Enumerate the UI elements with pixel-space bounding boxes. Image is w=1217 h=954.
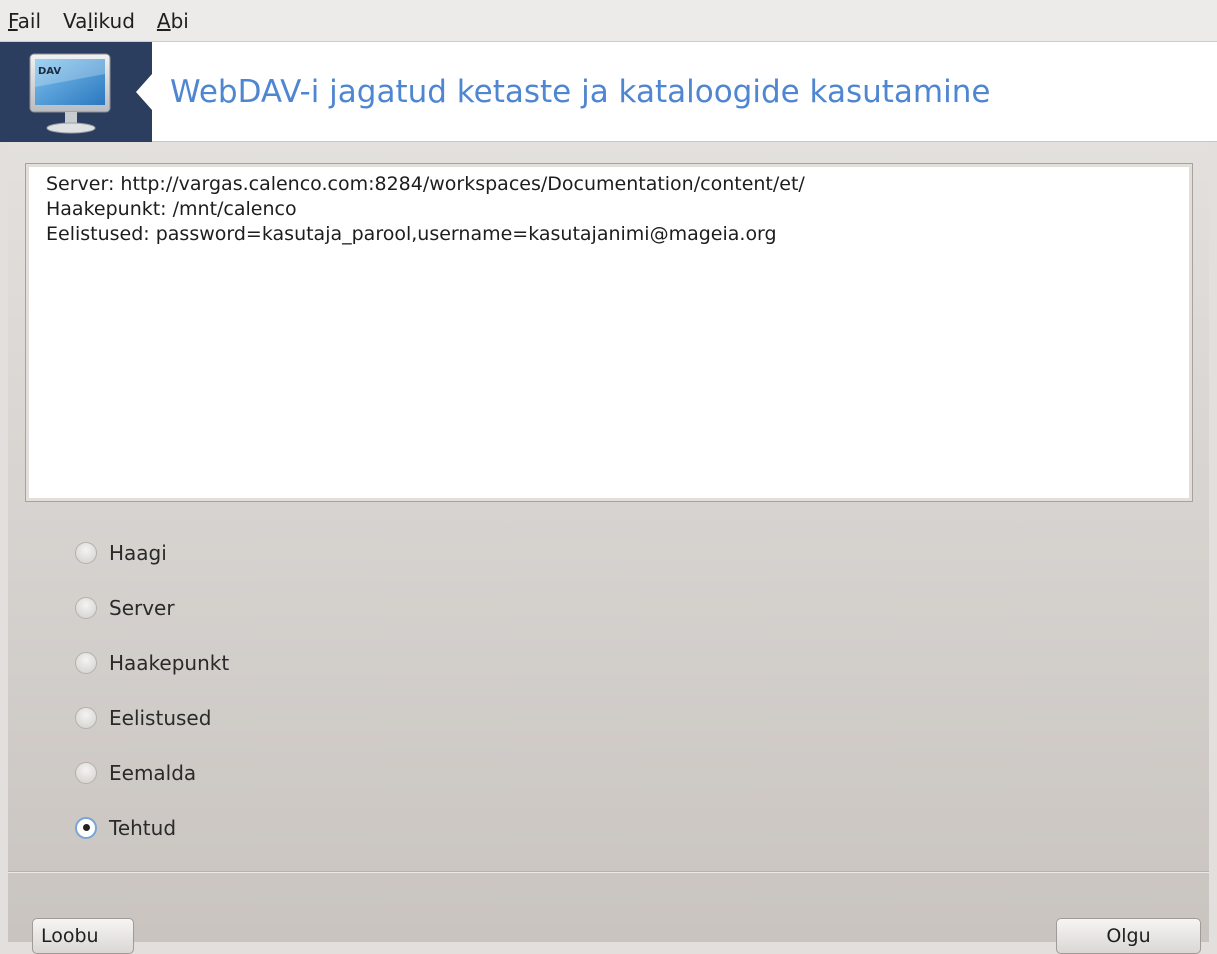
dialog-body: Server: http://vargas.calenco.com:8284/w… <box>8 142 1209 954</box>
menu-valikud-label: ikud <box>93 8 135 33</box>
banner-header: DAV WebDAV-i jagatud ketaste ja kataloog… <box>0 42 1217 142</box>
ok-button[interactable]: Olgu <box>1056 918 1201 954</box>
radio-button[interactable] <box>75 596 97 619</box>
radio-button[interactable] <box>75 651 97 674</box>
radio-option-eemalda[interactable]: Eemalda <box>75 745 229 800</box>
radio-option-haagi[interactable]: Haagi <box>75 525 229 580</box>
menu-abi[interactable]: Abi <box>157 9 189 33</box>
menu-fail-mnemonic: F <box>8 8 18 33</box>
dav-icon-label: DAV <box>38 66 61 77</box>
menu-abi-label: bi <box>170 8 189 33</box>
radio-button[interactable] <box>75 706 97 729</box>
info-options-line: Eelistused: password=kasutaja_parool,use… <box>46 223 777 245</box>
menu-fail[interactable]: Fail <box>8 9 41 33</box>
radio-option-tehtud[interactable]: Tehtud <box>75 800 229 855</box>
radio-button[interactable] <box>75 541 97 564</box>
radio-label: Eemalda <box>109 760 197 785</box>
page-title: WebDAV-i jagatud ketaste ja kataloogide … <box>170 74 991 110</box>
info-panel: Server: http://vargas.calenco.com:8284/w… <box>25 163 1193 502</box>
radio-label: Haagi <box>109 540 167 565</box>
info-server-line: Server: http://vargas.calenco.com:8284/w… <box>46 173 805 195</box>
radio-label: Eelistused <box>109 705 212 730</box>
webdav-monitor-icon: DAV <box>29 53 111 134</box>
banner-icon-box: DAV <box>0 42 152 142</box>
radio-label: Server <box>109 595 175 620</box>
radio-option-haakepunkt[interactable]: Haakepunkt <box>75 635 229 690</box>
action-radio-group: Haagi Server Haakepunkt Eelistused Eemal… <box>75 525 229 855</box>
radio-label: Tehtud <box>109 815 177 840</box>
menubar: Fail Valikud Abi <box>0 0 1217 42</box>
menu-fail-label: ail <box>17 8 42 33</box>
radio-option-eelistused[interactable]: Eelistused <box>75 690 229 745</box>
radio-label: Haakepunkt <box>109 650 230 675</box>
info-mountpoint-line: Haakepunkt: /mnt/calenco <box>46 198 297 220</box>
cancel-button[interactable]: Loobu <box>32 918 134 954</box>
menu-valikud[interactable]: Valikud <box>63 9 135 33</box>
radio-button-checked[interactable] <box>75 816 97 839</box>
menu-valikud-prefix: Va <box>63 8 88 33</box>
radio-option-server[interactable]: Server <box>75 580 229 635</box>
radio-button[interactable] <box>75 761 97 784</box>
button-separator <box>8 871 1209 873</box>
menu-abi-mnemonic: A <box>156 8 171 33</box>
